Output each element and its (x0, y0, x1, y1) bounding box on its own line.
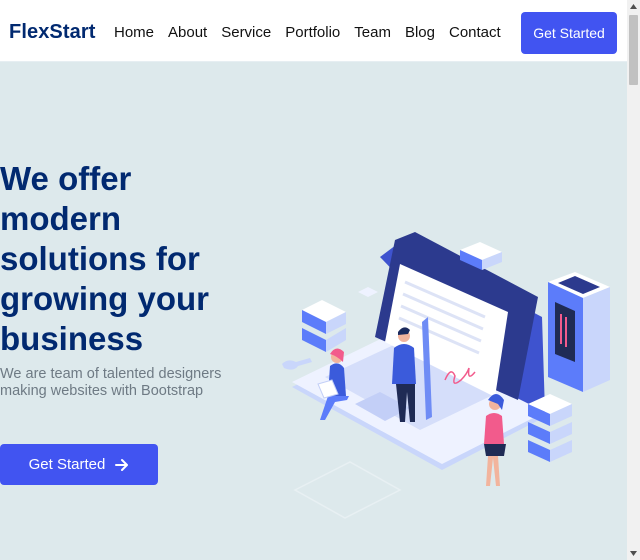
hero-section: We offer modern solutions for growing yo… (0, 62, 627, 560)
nav-link-contact[interactable]: Contact (449, 24, 501, 42)
scroll-down-icon[interactable] (627, 547, 640, 560)
page-scrollbar[interactable] (627, 0, 640, 560)
server-stack-right (528, 394, 572, 462)
man-body (392, 344, 416, 384)
floor-outline (293, 461, 402, 519)
server-tower-right (583, 287, 610, 392)
nav-link-blog[interactable]: Blog (405, 24, 435, 42)
hero-get-started-button[interactable]: Get Started (0, 444, 158, 485)
site-logo[interactable]: FlexStart (9, 21, 96, 44)
key-shape (282, 358, 312, 370)
nav-link-portfolio[interactable]: Portfolio (285, 24, 340, 42)
woman-right-body (484, 413, 504, 444)
arrow-right-icon (115, 458, 129, 471)
site-header: FlexStart Home About Service Portfolio T… (0, 5, 627, 62)
hero-illustration (282, 232, 610, 519)
nav-link-home[interactable]: Home (114, 24, 154, 42)
woman-right-skirt (484, 444, 506, 456)
scrollbar-thumb[interactable] (629, 15, 638, 85)
woman-right-legs (486, 456, 500, 486)
main-nav: Home About Service Portfolio Team Blog C… (114, 24, 515, 42)
floating-tile (358, 287, 378, 297)
hero-title: We offer modern solutions for growing yo… (0, 160, 209, 357)
hero-get-started-label: Get Started (28, 456, 106, 473)
scroll-up-icon[interactable] (627, 0, 640, 13)
nav-link-service[interactable]: Service (221, 24, 271, 42)
hero-subtitle: We are team of talented designers making… (0, 366, 222, 399)
header-get-started-button[interactable]: Get Started (521, 12, 617, 54)
nav-link-about[interactable]: About (168, 24, 207, 42)
server-stack-left (302, 300, 346, 352)
nav-link-team[interactable]: Team (354, 24, 391, 42)
